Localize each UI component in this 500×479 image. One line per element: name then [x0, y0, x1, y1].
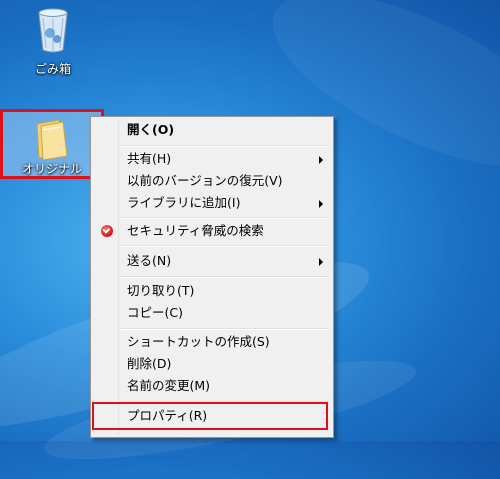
- menu-item-send-to[interactable]: 送る(N): [93, 250, 331, 272]
- folder-label: オリジナル: [21, 162, 82, 176]
- menu-item-label: 以前のバージョンの復元(V): [127, 173, 283, 188]
- menu-item-share[interactable]: 共有(H): [93, 148, 331, 170]
- menu-item-restore-previous-versions[interactable]: 以前のバージョンの復元(V): [93, 170, 331, 192]
- menu-item-copy[interactable]: コピー(C): [93, 302, 331, 324]
- menu-separator: [121, 245, 330, 247]
- recycle-bin-label: ごみ箱: [34, 62, 71, 76]
- submenu-arrow-icon: [319, 156, 323, 164]
- menu-item-label: 送る(N): [127, 253, 172, 268]
- recycle-bin-icon: [38, 8, 68, 53]
- context-menu: 開く(O) 共有(H) 以前のバージョンの復元(V) ライブラリに追加(I) セ…: [90, 116, 334, 438]
- submenu-arrow-icon: [319, 258, 323, 266]
- security-scan-icon: [101, 225, 113, 237]
- menu-item-add-to-library[interactable]: ライブラリに追加(I): [93, 192, 331, 214]
- menu-item-label: セキュリティ脅威の検索: [127, 223, 264, 238]
- folder-desktop-icon[interactable]: オリジナル: [0, 109, 104, 179]
- folder-icon: [36, 119, 68, 160]
- menu-item-rename[interactable]: 名前の変更(M): [93, 375, 331, 397]
- recycle-bin-desktop-icon[interactable]: ごみ箱: [24, 6, 82, 77]
- menu-separator: [121, 217, 330, 219]
- menu-item-label: 開く(O): [127, 122, 175, 137]
- menu-item-label: 削除(D): [127, 356, 172, 371]
- menu-separator: [121, 276, 330, 278]
- menu-item-label: 共有(H): [127, 151, 172, 166]
- properties-highlight-box: [92, 402, 328, 430]
- menu-item-open[interactable]: 開く(O): [93, 119, 331, 141]
- menu-item-security-scan[interactable]: セキュリティ脅威の検索: [93, 220, 331, 242]
- menu-item-delete[interactable]: 削除(D): [93, 353, 331, 375]
- submenu-arrow-icon: [319, 200, 323, 208]
- menu-item-cut[interactable]: 切り取り(T): [93, 280, 331, 302]
- menu-separator: [121, 145, 330, 147]
- menu-item-label: ショートカットの作成(S): [127, 334, 270, 349]
- menu-item-label: 名前の変更(M): [127, 378, 211, 393]
- menu-separator: [121, 328, 330, 330]
- menu-item-label: コピー(C): [127, 305, 183, 320]
- menu-item-label: ライブラリに追加(I): [127, 195, 241, 210]
- menu-item-label: 切り取り(T): [127, 283, 195, 298]
- menu-item-create-shortcut[interactable]: ショートカットの作成(S): [93, 331, 331, 353]
